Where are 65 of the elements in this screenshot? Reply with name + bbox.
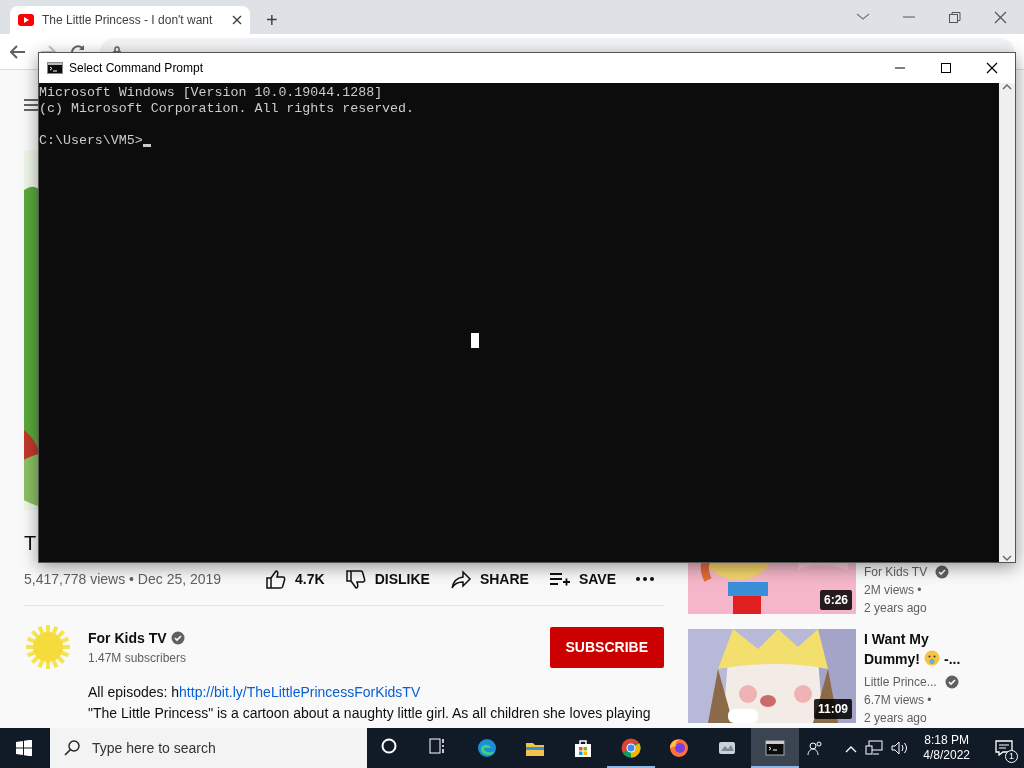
tab-title: The Little Princess - I don't want — [42, 12, 214, 29]
baby-face-icon — [924, 650, 940, 666]
firefox-browser-icon — [669, 738, 689, 758]
scroll-down-icon[interactable] — [1002, 554, 1012, 562]
dislike-button[interactable]: DISLIKE — [344, 568, 430, 590]
subscribe-button[interactable]: SUBSCRIBE — [549, 626, 664, 668]
description-text: "The Little Princess" is a cartoon about a naughty little girl. As all children she loves playing — [88, 704, 652, 723]
upload-age: 2 years ago — [864, 600, 928, 617]
console-line: (c) Microsoft Corporation. All rights reserved. — [39, 101, 416, 117]
text-cursor — [142, 144, 151, 147]
taskbar-app-button[interactable] — [751, 728, 799, 768]
console-prompt: C:\Users\VM5> — [39, 133, 143, 149]
menu-icon[interactable] — [24, 98, 40, 111]
like-button[interactable]: 4.7K — [265, 568, 325, 590]
play-logo-icon — [18, 14, 34, 26]
people-icon[interactable] — [807, 740, 824, 756]
upload-age: 2 years ago — [864, 710, 928, 727]
video-title[interactable]: Dummy! — [864, 651, 920, 667]
channel-name[interactable]: For Kids TV — [88, 627, 167, 649]
maximize-icon[interactable] — [940, 62, 952, 74]
back-arrow-icon[interactable] — [10, 44, 26, 59]
terminal-icon — [765, 738, 785, 758]
duration-badge: 6:26 — [819, 590, 852, 610]
terminal-icon — [47, 62, 63, 74]
channel-name[interactable]: Little Prince... — [864, 673, 937, 691]
date-text: 4/8/2022 — [923, 748, 970, 763]
close-icon[interactable] — [232, 15, 242, 25]
edge-browser-icon — [477, 738, 497, 758]
clock[interactable]: 8:18 PM 4/8/2022 — [917, 733, 976, 763]
more-icon[interactable] — [636, 577, 654, 581]
new-tab-button[interactable]: + — [260, 8, 284, 32]
mouse-cursor-icon — [471, 333, 479, 348]
console-line: Microsoft Windows [Version 10.0.19044.1288] — [39, 85, 384, 101]
duration-badge: 11:09 — [813, 699, 852, 719]
video-title[interactable]: I Want My — [864, 629, 1014, 649]
video-title: T — [24, 531, 38, 556]
channel-name[interactable]: For Kids TV — [864, 563, 928, 581]
description-link[interactable]: http://bit.ly/TheLittlePrincessForKidsTV — [179, 684, 421, 700]
thumbs-up-icon — [265, 568, 288, 590]
restore-icon[interactable] — [948, 10, 962, 24]
view-count: 2M views • — [864, 582, 923, 599]
subscriber-count: 1.47M subscribers — [88, 649, 187, 667]
chrome-browser-icon — [621, 738, 641, 758]
store-bag-icon — [573, 738, 593, 758]
share-arrow-icon — [449, 568, 472, 590]
description-text: All episodes: hhttp://bit.ly/TheLittlePrincessForKidsTV — [88, 683, 422, 702]
volume-icon[interactable] — [891, 740, 910, 756]
search-icon — [64, 740, 80, 756]
scroll-up-icon[interactable] — [1002, 83, 1012, 91]
window-title: Select Command Prompt — [69, 60, 204, 77]
save-button[interactable]: SAVE — [548, 568, 616, 590]
share-button[interactable]: SHARE — [449, 568, 529, 590]
thumbs-down-icon — [344, 568, 367, 590]
view-count: 6.7M views • — [864, 692, 933, 709]
notification-count: 1 — [1005, 750, 1018, 763]
chevron-up-icon[interactable] — [845, 744, 858, 753]
view-count: 5,417,778 views • Dec 25, 2019 — [24, 569, 222, 589]
search-placeholder: Type here to search — [92, 738, 216, 758]
title-ellipsis: -... — [944, 651, 961, 667]
windows-start-icon[interactable] — [16, 740, 32, 756]
search-field[interactable]: Type here to search — [50, 728, 367, 768]
close-icon[interactable] — [986, 62, 998, 74]
time-text: 8:18 PM — [923, 733, 970, 748]
browser-tab[interactable]: The Little Princess - I don't want — [10, 6, 250, 34]
network-icon[interactable] — [865, 740, 884, 756]
